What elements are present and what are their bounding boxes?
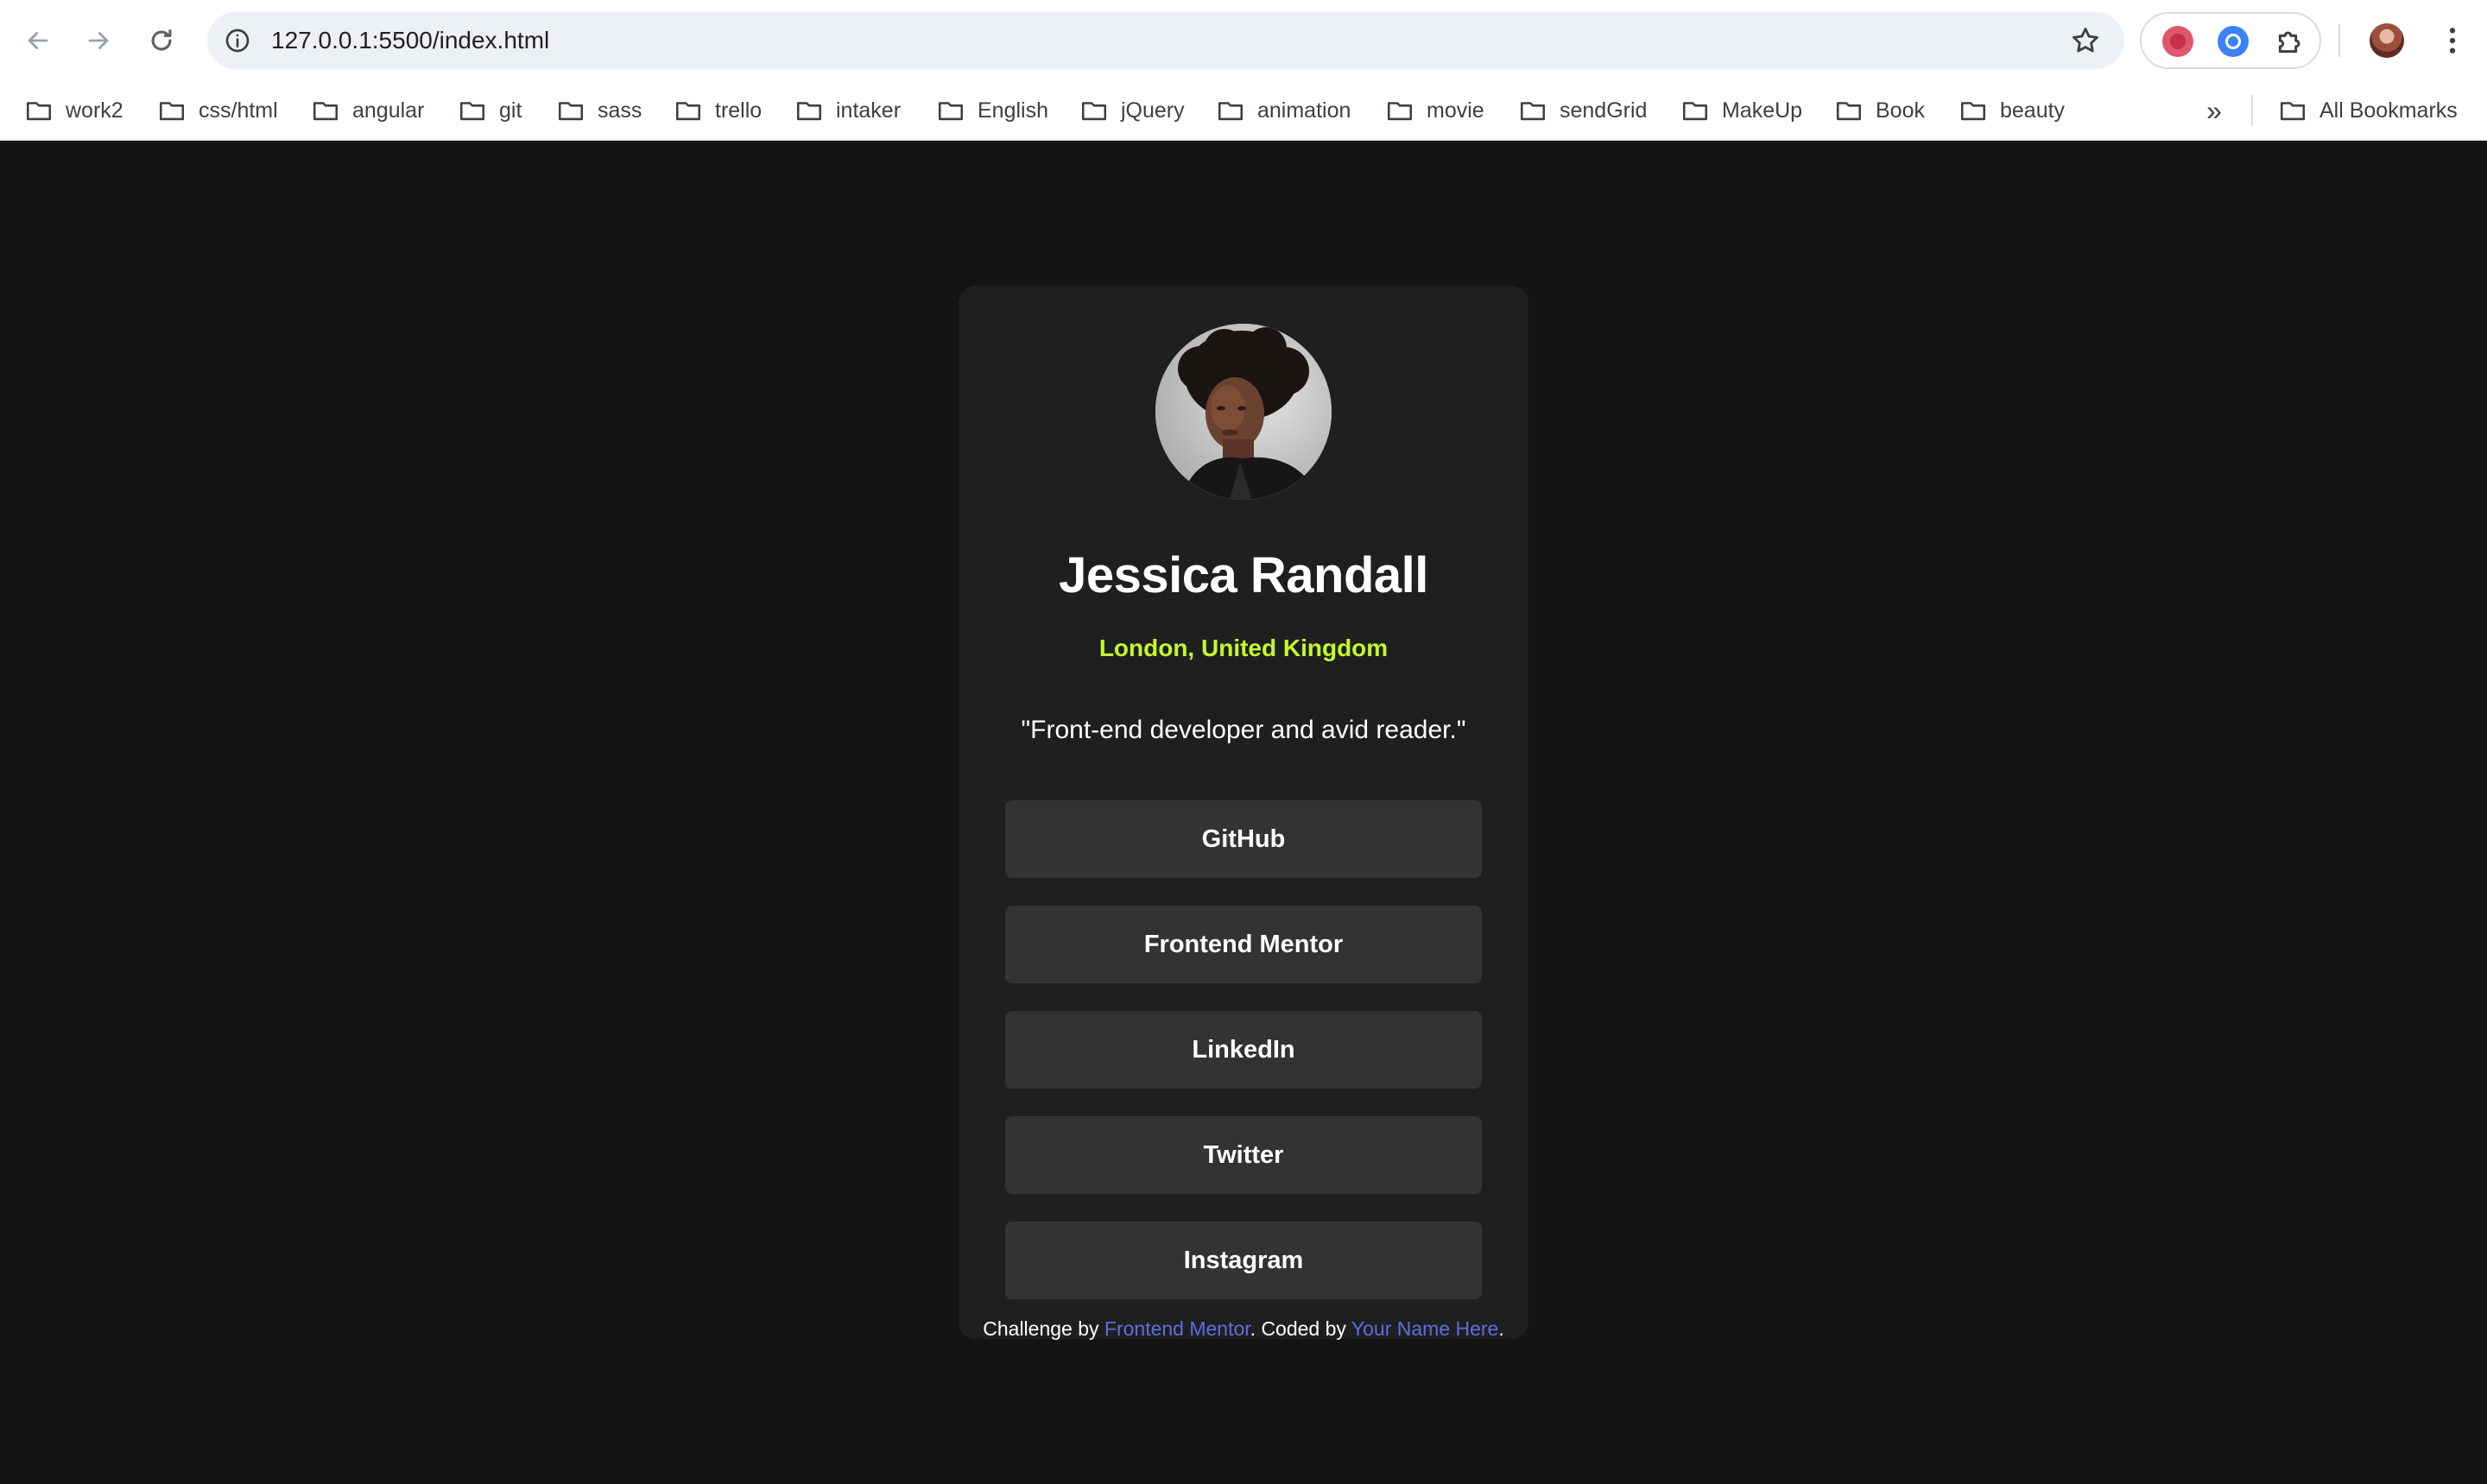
folder-icon bbox=[1680, 95, 1712, 126]
more-bookmarks-chevron-icon[interactable]: » bbox=[2197, 93, 2231, 128]
frontend-mentor-link-button[interactable]: Frontend Mentor bbox=[1005, 906, 1482, 983]
bookmark-folder[interactable]: English bbox=[936, 81, 1048, 140]
bookmark-folder[interactable]: git bbox=[458, 81, 522, 140]
folder-icon bbox=[1385, 95, 1416, 126]
folder-icon bbox=[1959, 95, 1990, 126]
bookmark-star-icon[interactable] bbox=[2069, 24, 2102, 57]
bookmark-label: work2 bbox=[66, 98, 123, 123]
browser-toolbar: 127.0.0.1:5500/index.html bbox=[0, 0, 2487, 81]
profile-photo bbox=[1155, 324, 1332, 500]
folder-icon bbox=[458, 95, 489, 126]
bookmark-folder[interactable]: trello bbox=[674, 81, 762, 140]
bookmark-folder[interactable]: css/html bbox=[157, 81, 278, 140]
url-text[interactable]: 127.0.0.1:5500/index.html bbox=[271, 12, 549, 69]
portrait-image bbox=[1155, 324, 1332, 500]
folder-icon bbox=[24, 95, 55, 126]
profile-card: Jessica Randall London, United Kingdom "… bbox=[959, 286, 1528, 1339]
attribution-suffix: . bbox=[1498, 1317, 1504, 1340]
folder-icon bbox=[1216, 95, 1247, 126]
address-bar[interactable]: 127.0.0.1:5500/index.html bbox=[207, 12, 2124, 69]
author-link[interactable]: Your Name Here bbox=[1351, 1317, 1498, 1340]
bookmark-label: git bbox=[499, 98, 522, 123]
bookmark-folder[interactable]: movie bbox=[1385, 81, 1484, 140]
folder-icon bbox=[157, 95, 188, 126]
bookmark-label: beauty bbox=[2000, 98, 2066, 123]
bookmarks-divider bbox=[2251, 95, 2253, 126]
bookmark-label: intaker bbox=[836, 98, 902, 123]
bookmark-folder[interactable]: sendGrid bbox=[1518, 81, 1647, 140]
bookmark-label: sendGrid bbox=[1560, 98, 1648, 123]
toolbar-divider bbox=[2338, 24, 2340, 57]
all-bookmarks-button[interactable]: All Bookmarks bbox=[2278, 81, 2458, 140]
all-bookmarks-label: All Bookmarks bbox=[2319, 98, 2458, 123]
site-info-icon[interactable] bbox=[221, 24, 254, 57]
bookmark-label: css/html bbox=[199, 98, 278, 123]
folder-icon bbox=[794, 95, 826, 126]
linkedin-link-button[interactable]: LinkedIn bbox=[1005, 1011, 1482, 1089]
kebab-menu-icon[interactable] bbox=[2435, 22, 2470, 59]
bookmark-folder[interactable]: angular bbox=[311, 81, 424, 140]
back-arrow-icon[interactable] bbox=[17, 20, 59, 61]
bookmark-label: MakeUp bbox=[1722, 98, 1803, 123]
bookmark-folder[interactable]: sass bbox=[556, 81, 642, 140]
profile-name: Jessica Randall bbox=[1059, 547, 1428, 603]
bookmark-folder[interactable]: work2 bbox=[24, 81, 123, 140]
bookmark-label: Book bbox=[1876, 98, 1925, 123]
bookmark-folder[interactable]: jQuery bbox=[1079, 81, 1185, 140]
bookmark-label: animation bbox=[1257, 98, 1351, 123]
folder-icon bbox=[1079, 95, 1111, 126]
twitter-link-button[interactable]: Twitter bbox=[1005, 1116, 1482, 1194]
bookmarks-bar: work2 css/html angular git sass trello i… bbox=[0, 81, 2487, 141]
attribution-middle: . Coded by bbox=[1250, 1317, 1351, 1340]
folder-icon bbox=[311, 95, 342, 126]
folder-icon bbox=[1834, 95, 1865, 126]
bookmark-folder[interactable]: animation bbox=[1216, 81, 1351, 140]
bookmark-label: English bbox=[978, 98, 1048, 123]
profile-avatar[interactable] bbox=[2370, 23, 2404, 58]
folder-icon bbox=[2278, 95, 2309, 126]
extension-blue-icon[interactable] bbox=[2218, 26, 2249, 57]
github-link-button[interactable]: GitHub bbox=[1005, 800, 1482, 878]
bookmark-label: angular bbox=[352, 98, 425, 123]
bookmark-label: movie bbox=[1427, 98, 1484, 123]
folder-icon bbox=[1518, 95, 1549, 126]
folder-icon bbox=[936, 95, 967, 126]
attribution-prefix: Challenge by bbox=[983, 1317, 1104, 1340]
bookmark-folder[interactable]: intaker bbox=[794, 81, 901, 140]
profile-bio: "Front-end developer and avid reader." bbox=[1021, 716, 1466, 744]
bookmark-label: jQuery bbox=[1121, 98, 1185, 123]
attribution-footer: Challenge by Frontend Mentor. Coded by Y… bbox=[0, 1317, 2487, 1341]
bookmark-folder[interactable]: beauty bbox=[1959, 81, 2065, 140]
bookmark-folder[interactable]: MakeUp bbox=[1680, 81, 1802, 140]
bookmark-label: sass bbox=[598, 98, 642, 123]
folder-icon bbox=[556, 95, 587, 126]
folder-icon bbox=[674, 95, 705, 126]
extension-red-icon[interactable] bbox=[2162, 26, 2193, 57]
bookmark-folder[interactable]: Book bbox=[1834, 81, 1925, 140]
forward-arrow-icon[interactable] bbox=[78, 20, 119, 61]
page-viewport: Jessica Randall London, United Kingdom "… bbox=[0, 141, 2487, 1484]
extensions-group bbox=[2140, 12, 2321, 69]
reload-icon[interactable] bbox=[141, 20, 182, 61]
profile-location: London, United Kingdom bbox=[1098, 635, 1389, 661]
bookmark-label: trello bbox=[715, 98, 763, 123]
instagram-link-button[interactable]: Instagram bbox=[1005, 1222, 1482, 1299]
frontend-mentor-link[interactable]: Frontend Mentor bbox=[1104, 1317, 1250, 1340]
extensions-puzzle-icon[interactable] bbox=[2273, 24, 2307, 59]
